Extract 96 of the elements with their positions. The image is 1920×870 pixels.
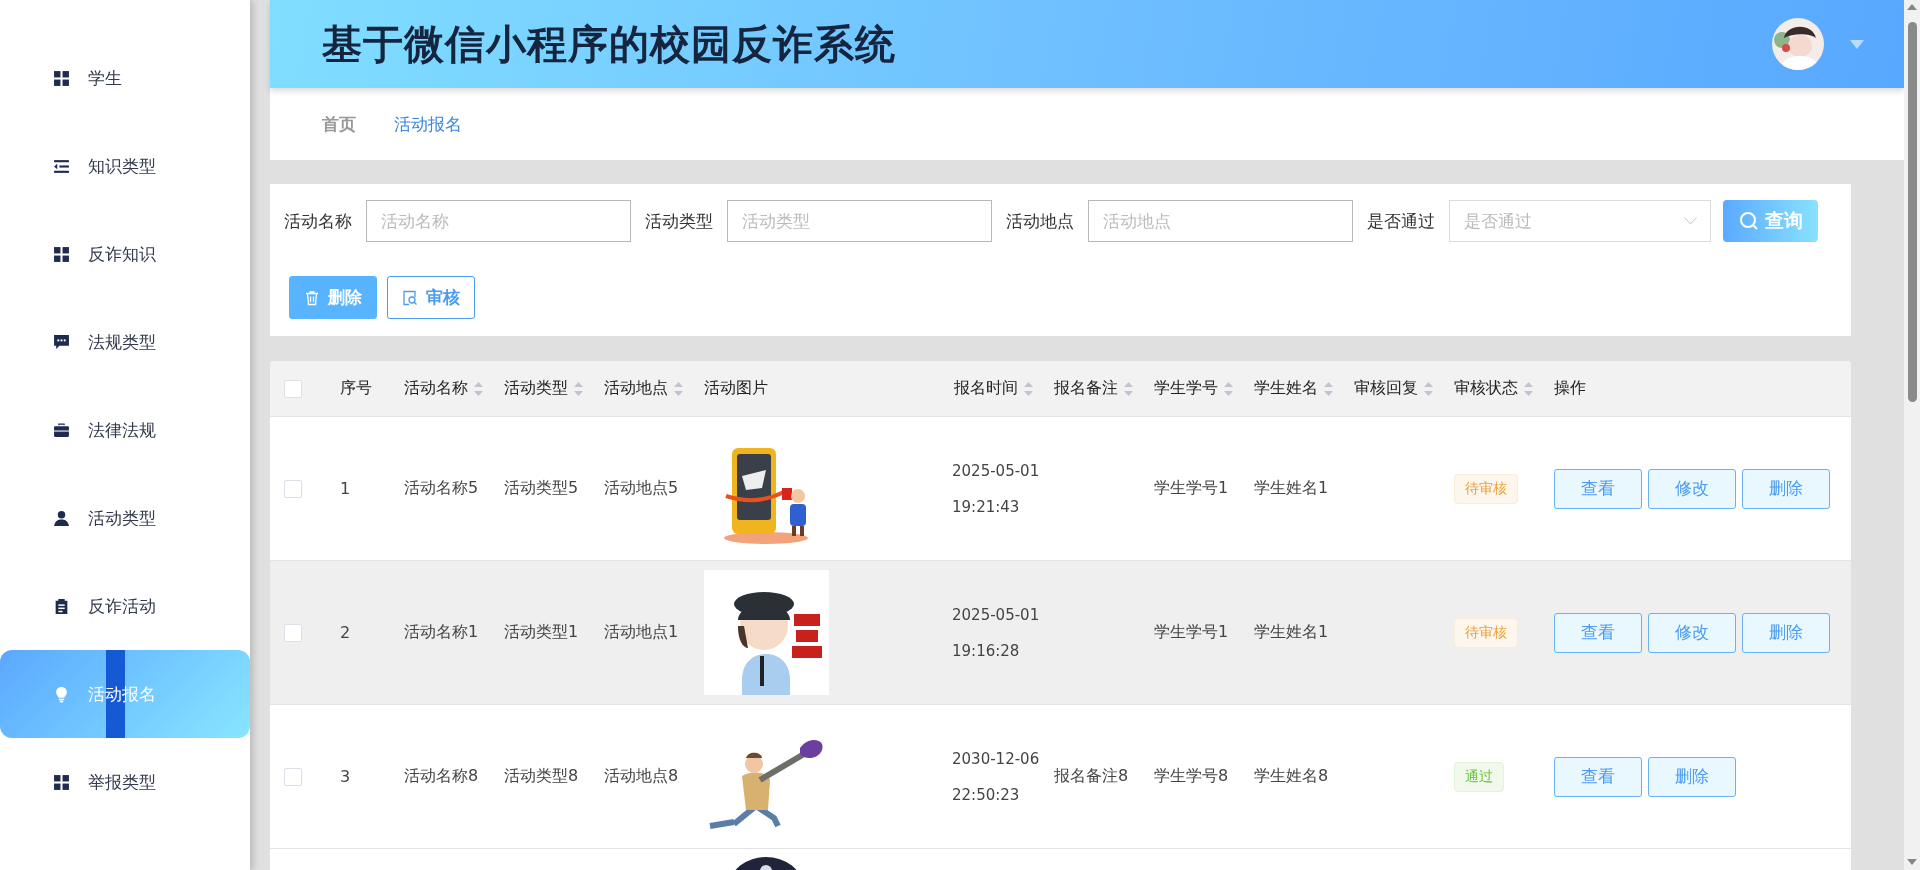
action-button[interactable]: 查看 bbox=[1554, 468, 1642, 509]
table-cell-text: 1 bbox=[339, 479, 351, 498]
table-cell-text: 活动类型1 bbox=[503, 622, 579, 641]
action-button[interactable]: 查看 bbox=[1554, 612, 1642, 653]
table-cell-text: 2030-12-06 22:50:23 bbox=[952, 748, 1041, 806]
sort-icon[interactable] bbox=[1524, 381, 1533, 396]
sidebar-item[interactable]: 反诈知识 bbox=[0, 210, 250, 298]
breadcrumb-link[interactable]: 活动报名 bbox=[394, 112, 462, 136]
status-tag: 通过 bbox=[1454, 761, 1504, 792]
sidebar-item[interactable]: 学生 bbox=[0, 34, 250, 122]
table-cell-text: 活动地点8 bbox=[603, 766, 679, 785]
breadcrumb-link[interactable]: 首页 bbox=[322, 112, 356, 136]
chat-icon bbox=[53, 333, 70, 351]
checkbox[interactable] bbox=[284, 379, 302, 398]
table-cell-text: 活动类型8 bbox=[503, 766, 579, 785]
field-label: 活动地点 bbox=[1006, 209, 1074, 233]
column-header: 序号 bbox=[340, 378, 372, 399]
grid-icon bbox=[53, 245, 70, 263]
column-header: 活动名称 bbox=[404, 378, 468, 399]
table-cell-text: 学生姓名1 bbox=[1253, 622, 1329, 641]
grid-icon bbox=[53, 773, 70, 791]
action-button[interactable]: 删除 bbox=[1742, 612, 1830, 653]
sidebar-item[interactable]: 活动类型 bbox=[0, 474, 250, 562]
table-cell-text: 学生学号1 bbox=[1153, 478, 1229, 497]
action-button[interactable]: 删除 bbox=[1648, 756, 1736, 797]
briefcase-icon bbox=[53, 421, 70, 439]
checkbox[interactable] bbox=[284, 767, 302, 786]
table-cell-text: 3 bbox=[339, 767, 351, 786]
action-button[interactable]: 查看 bbox=[1554, 756, 1642, 797]
table-cell-text: 2025-05-01 19:21:43 bbox=[952, 460, 1041, 518]
app-title: 基于微信小程序的校园反诈系统 bbox=[322, 19, 897, 69]
input-field[interactable]: 活动类型 bbox=[727, 200, 992, 242]
sidebar-item[interactable]: 法律法规 bbox=[0, 386, 250, 474]
table-cell-text: 活动类型5 bbox=[503, 478, 579, 497]
clipboard-icon bbox=[53, 597, 70, 615]
table-cell-text: 活动名称1 bbox=[403, 622, 479, 641]
table-cell-text: 学生姓名8 bbox=[1253, 766, 1329, 785]
column-header: 审核状态 bbox=[1454, 378, 1518, 399]
sidebar-item[interactable]: 举报类型 bbox=[0, 738, 250, 826]
table-cell-text: 学生学号8 bbox=[1153, 766, 1229, 785]
sort-icon[interactable] bbox=[1024, 381, 1033, 396]
status-tag: 待审核 bbox=[1454, 617, 1518, 648]
field-label: 活动名称 bbox=[284, 209, 352, 233]
lightbulb-icon bbox=[53, 685, 70, 703]
sidebar-item[interactable]: 法规类型 bbox=[0, 298, 250, 386]
table-cell-text: 学生学号1 bbox=[1153, 622, 1229, 641]
table-cell-text: 活动名称8 bbox=[403, 766, 479, 785]
table-cell-text: 活动地点5 bbox=[603, 478, 679, 497]
column-header: 报名时间 bbox=[954, 378, 1018, 399]
search-button[interactable]: 查询 bbox=[1723, 200, 1818, 242]
scrollbar[interactable] bbox=[1904, 0, 1920, 870]
person-icon bbox=[53, 509, 70, 527]
sort-icon[interactable] bbox=[1124, 381, 1133, 396]
column-header: 审核回复 bbox=[1354, 378, 1418, 399]
column-header: 学生姓名 bbox=[1254, 378, 1318, 399]
sort-icon[interactable] bbox=[1224, 381, 1233, 396]
column-header: 报名备注 bbox=[1054, 378, 1118, 399]
magnifier-document-icon bbox=[402, 289, 418, 306]
table-row[interactable]: 2 活动名称1 活动类型1 活动地点1 2025-05-01 19:16:28 学生学号1 学生姓名1 待审核 查看 修改 删除 bbox=[270, 560, 1851, 704]
sidebar-item[interactable]: 反诈活动 bbox=[0, 562, 250, 650]
search-icon bbox=[1738, 211, 1759, 231]
column-header: 活动地点 bbox=[604, 378, 668, 399]
sidebar-item[interactable]: 知识类型 bbox=[0, 122, 250, 210]
select-field[interactable]: 是否通过 bbox=[1449, 200, 1711, 242]
sort-icon[interactable] bbox=[674, 381, 683, 396]
action-button[interactable]: 修改 bbox=[1648, 612, 1736, 653]
table-cell-text: 2025-05-01 19:16:28 bbox=[952, 604, 1041, 662]
field-label: 是否通过 bbox=[1367, 209, 1435, 233]
table-cell-text: 活动地点1 bbox=[603, 622, 679, 641]
column-header: 操作 bbox=[1554, 378, 1586, 399]
action-button[interactable]: 修改 bbox=[1648, 468, 1736, 509]
checkbox[interactable] bbox=[284, 479, 302, 498]
sort-icon[interactable] bbox=[1424, 381, 1433, 396]
indent-list-icon bbox=[53, 157, 70, 175]
sort-icon[interactable] bbox=[574, 381, 583, 396]
chevron-down-icon bbox=[1684, 217, 1697, 225]
table-cell-text: 学生姓名1 bbox=[1253, 478, 1329, 497]
caret-icon[interactable] bbox=[1850, 39, 1864, 49]
status-tag: 待审核 bbox=[1454, 473, 1518, 504]
column-header: 活动类型 bbox=[504, 378, 568, 399]
input-field[interactable]: 活动名称 bbox=[366, 200, 631, 242]
table-cell-text: 2 bbox=[339, 623, 351, 642]
column-header: 学生学号 bbox=[1154, 378, 1218, 399]
sort-icon[interactable] bbox=[474, 381, 483, 396]
table-cell-text: 报名备注8 bbox=[1053, 766, 1129, 785]
delete-button[interactable]: 删除 bbox=[289, 276, 377, 319]
table-cell-text: 活动名称5 bbox=[403, 478, 479, 497]
sort-icon[interactable] bbox=[1324, 381, 1333, 396]
column-header: 活动图片 bbox=[704, 378, 768, 399]
input-field[interactable]: 活动地点 bbox=[1088, 200, 1353, 242]
review-button[interactable]: 审核 bbox=[387, 276, 475, 319]
trash-icon bbox=[304, 289, 320, 306]
field-label: 活动类型 bbox=[645, 209, 713, 233]
action-button[interactable]: 删除 bbox=[1742, 468, 1830, 509]
grid-icon bbox=[53, 69, 70, 87]
checkbox[interactable] bbox=[284, 623, 302, 642]
